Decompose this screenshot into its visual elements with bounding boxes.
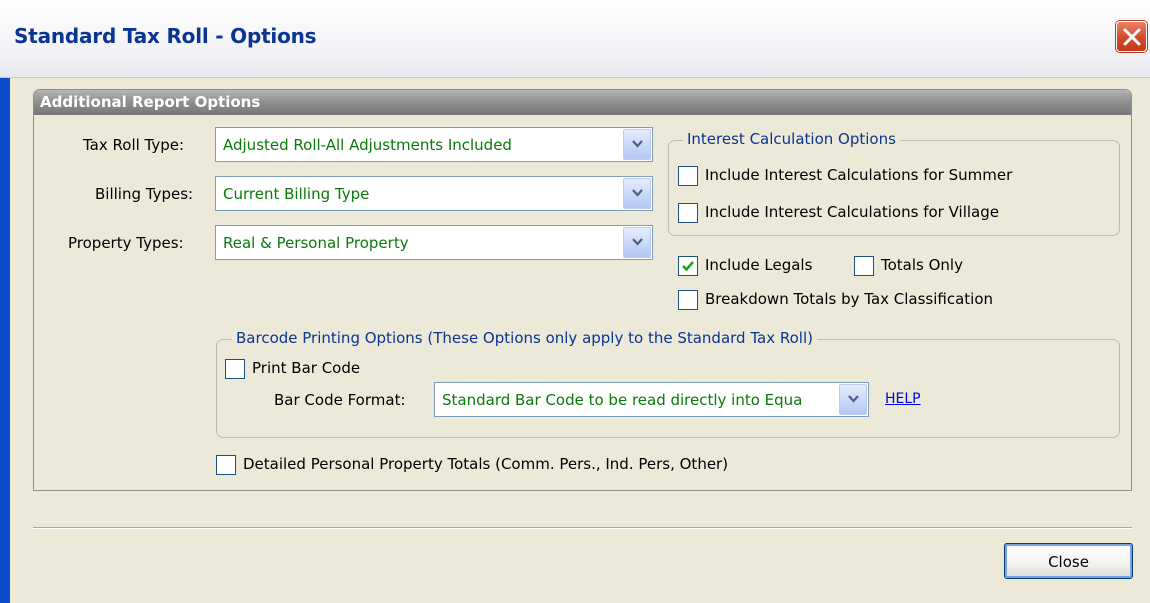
separator [33,527,1132,529]
panel-header-title: Additional Report Options [40,93,261,111]
interest-calculation-group [668,140,1120,236]
property-types-value: Real & Personal Property [223,234,409,252]
interest-calculation-title: Interest Calculation Options [683,130,900,148]
bar-code-format-value: Standard Bar Code to be read directly in… [442,391,803,409]
include-interest-summer-checkbox[interactable] [678,166,698,186]
chevron-down-icon [632,140,643,148]
property-types-label: Property Types: [68,234,184,252]
detailed-personal-property-label: Detailed Personal Property Totals (Comm.… [243,455,729,473]
property-types-dropdown-button[interactable] [623,227,651,258]
checkmark-icon [682,261,694,272]
include-interest-village-label: Include Interest Calculations for Villag… [705,203,999,221]
billing-types-dropdown-button[interactable] [623,178,651,209]
chevron-down-icon [632,189,643,197]
window-close-button[interactable] [1116,21,1147,52]
tax-roll-type-dropdown-button[interactable] [623,129,651,160]
bar-code-format-label: Bar Code Format: [274,391,406,409]
include-interest-village-checkbox[interactable] [678,203,698,223]
breakdown-totals-checkbox[interactable] [678,290,698,310]
include-legals-label: Include Legals [705,256,813,274]
bar-code-format-dropdown-button[interactable] [839,384,867,415]
window-left-border [0,78,10,603]
totals-only-label: Totals Only [881,256,963,274]
tax-roll-type-select[interactable]: Adjusted Roll-All Adjustments Included [215,127,653,162]
tax-roll-type-value: Adjusted Roll-All Adjustments Included [223,136,512,154]
window-title: Standard Tax Roll - Options [14,24,317,48]
billing-types-value: Current Billing Type [223,185,370,203]
close-button[interactable]: Close [1004,543,1133,579]
barcode-printing-title: Barcode Printing Options (These Options … [232,329,817,347]
close-button-label: Close [1048,553,1089,571]
help-link[interactable]: HELP [885,391,921,407]
totals-only-checkbox[interactable] [854,256,874,276]
include-legals-checkbox[interactable] [678,256,698,276]
billing-types-label: Billing Types: [95,185,194,203]
panel-header: Additional Report Options [34,90,1131,115]
tax-roll-type-label: Tax Roll Type: [83,136,185,154]
property-types-select[interactable]: Real & Personal Property [215,225,653,260]
title-bar: Standard Tax Roll - Options [0,0,1150,78]
breakdown-totals-label: Breakdown Totals by Tax Classification [705,290,994,308]
detailed-personal-property-checkbox[interactable] [216,455,236,475]
include-interest-summer-label: Include Interest Calculations for Summer [705,166,1013,184]
print-bar-code-label: Print Bar Code [252,359,361,377]
chevron-down-icon [848,395,859,403]
print-bar-code-checkbox[interactable] [225,359,245,379]
billing-types-select[interactable]: Current Billing Type [215,176,653,211]
chevron-down-icon [632,238,643,246]
bar-code-format-select[interactable]: Standard Bar Code to be read directly in… [434,382,869,417]
close-icon [1123,28,1141,46]
